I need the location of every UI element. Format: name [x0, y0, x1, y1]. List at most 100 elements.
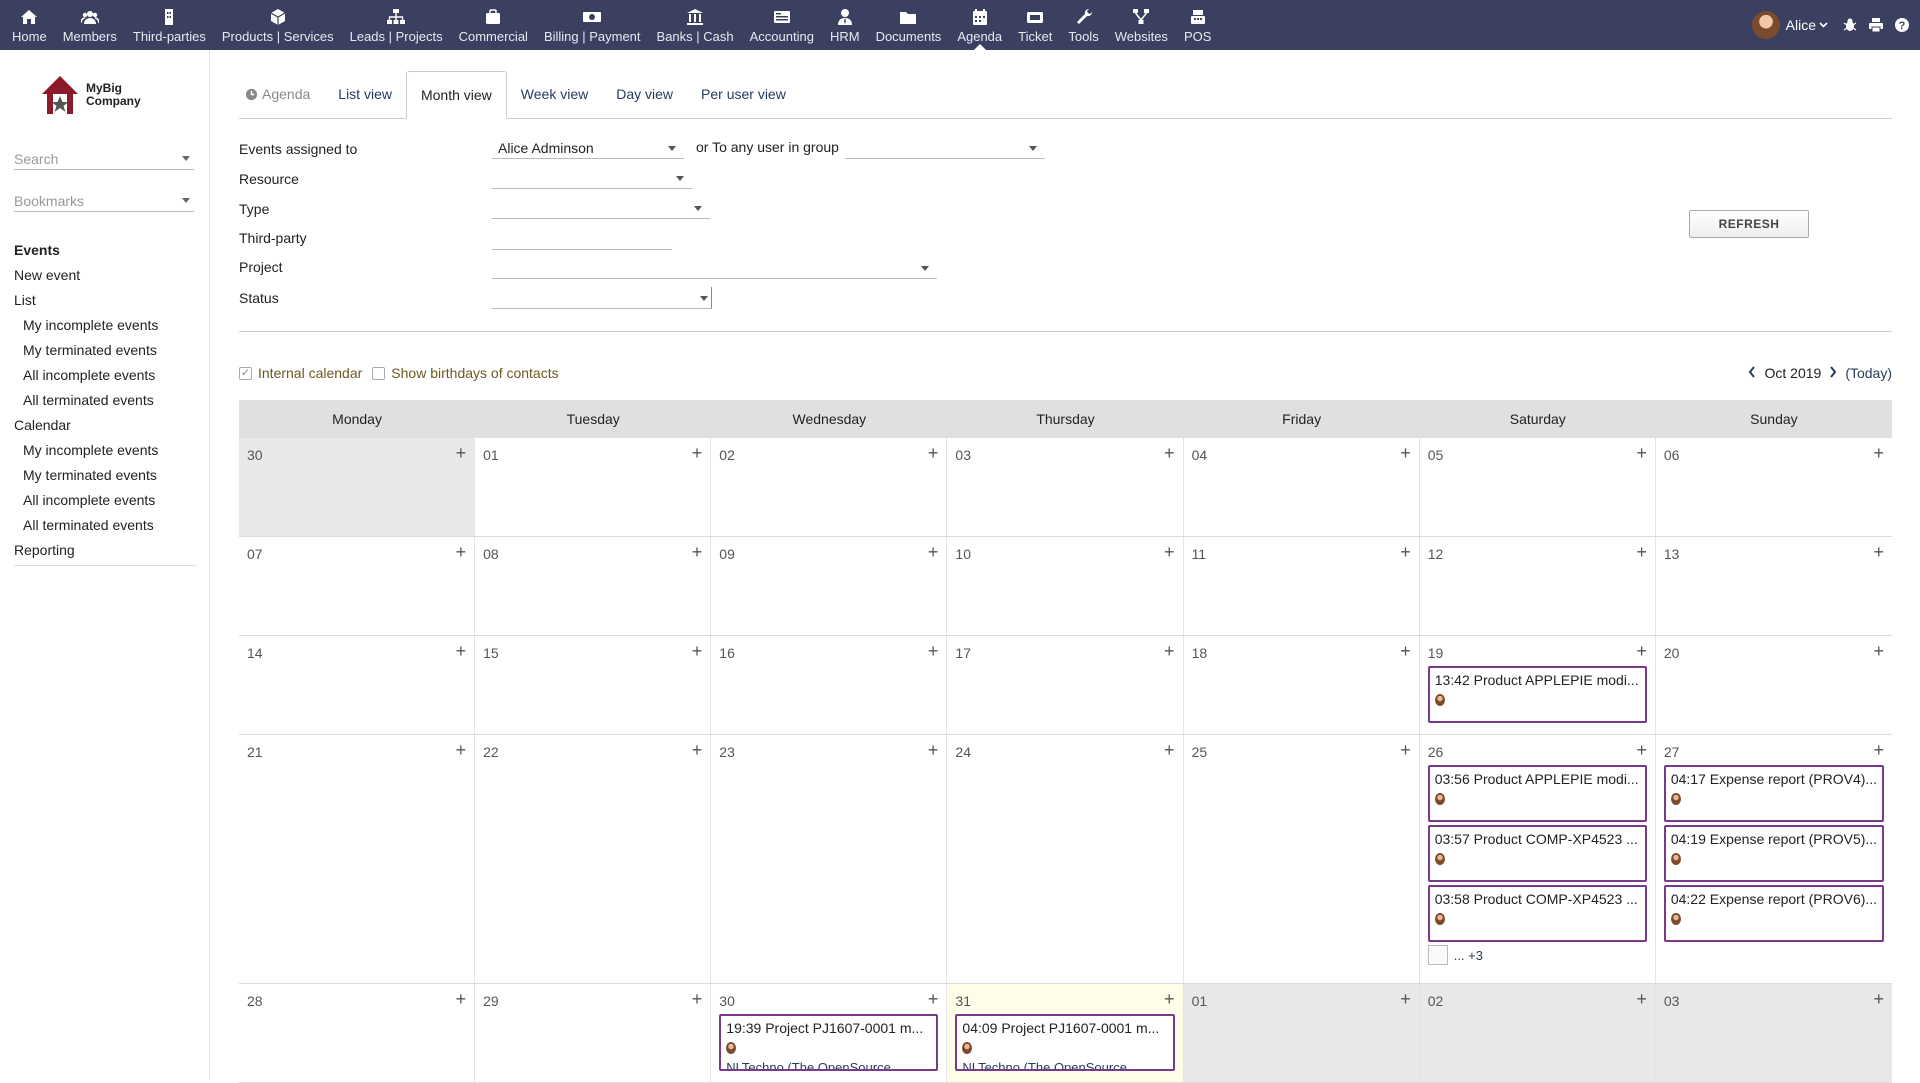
birthdays-option[interactable]: Show birthdays of contacts: [372, 365, 559, 381]
add-event-plus-icon[interactable]: +: [928, 989, 939, 1010]
company-logo[interactable]: MyBig Company: [40, 74, 141, 116]
topmenu-commercial[interactable]: Commercial: [451, 0, 536, 50]
menu-all-incomplete-events[interactable]: All incomplete events: [14, 363, 196, 388]
tab-per-user-view[interactable]: Per user view: [687, 70, 800, 118]
calendar-event[interactable]: 19:39 Project PJ1607-0001 m... NLTechno (…: [719, 1014, 939, 1071]
event-thirdparty[interactable]: NLTechno (The OpenSource: [962, 1060, 1167, 1069]
calendar-day[interactable]: 27 +04:17 Expense report (PROV4)... 04:19 …: [1656, 735, 1892, 983]
add-event-plus-icon[interactable]: +: [1164, 443, 1175, 464]
calendar-event[interactable]: 03:56 Product APPLEPIE modi...: [1427, 765, 1647, 822]
add-event-plus-icon[interactable]: +: [1873, 740, 1884, 761]
topmenu-pos[interactable]: POS: [1176, 0, 1219, 50]
calendar-day[interactable]: 11 +: [1184, 537, 1420, 635]
topmenu-billing-payment[interactable]: Billing | Payment: [536, 0, 649, 50]
status-select[interactable]: [492, 287, 712, 309]
user-avatar[interactable]: [1751, 11, 1780, 39]
user-menu[interactable]: Alice: [1786, 17, 1828, 33]
menu-all-terminated-events[interactable]: All terminated events: [14, 388, 196, 413]
tab-day-view[interactable]: Day view: [602, 70, 687, 118]
topmenu-websites[interactable]: Websites: [1107, 0, 1176, 50]
calendar-day[interactable]: 10 +: [947, 537, 1184, 635]
calendar-day[interactable]: 01 +: [475, 438, 712, 536]
calendar-event[interactable]: 04:19 Expense report (PROV5)...: [1663, 825, 1884, 882]
add-event-plus-icon[interactable]: +: [1636, 443, 1647, 464]
calendar-day[interactable]: 04 +: [1184, 438, 1420, 536]
internal-calendar-option[interactable]: ✓ Internal calendar: [239, 365, 362, 381]
add-event-plus-icon[interactable]: +: [1873, 443, 1884, 464]
topmenu-products-services[interactable]: Products | Services: [214, 0, 342, 50]
topmenu-tools[interactable]: Tools: [1060, 0, 1106, 50]
add-event-plus-icon[interactable]: +: [456, 740, 467, 761]
calendar-day[interactable]: 19 +13:42 Product APPLEPIE modi...: [1420, 636, 1656, 734]
next-month-icon[interactable]: [1829, 365, 1837, 381]
calendar-day[interactable]: 08 +: [475, 537, 712, 635]
add-event-plus-icon[interactable]: +: [1873, 542, 1884, 563]
topmenu-ticket[interactable]: Ticket: [1010, 0, 1060, 50]
menu-new-event[interactable]: New event: [14, 263, 196, 288]
birthdays-checkbox[interactable]: [372, 366, 386, 380]
project-select[interactable]: [492, 257, 937, 279]
calendar-day[interactable]: 07 +: [239, 537, 476, 635]
add-event-plus-icon[interactable]: +: [456, 989, 467, 1010]
menu-my-incomplete-events[interactable]: My incomplete events: [14, 313, 196, 338]
add-event-plus-icon[interactable]: +: [1164, 740, 1175, 761]
topmenu-accounting[interactable]: Accounting: [742, 0, 822, 50]
add-event-plus-icon[interactable]: +: [1400, 443, 1411, 464]
add-event-plus-icon[interactable]: +: [1164, 989, 1175, 1010]
calendar-day[interactable]: 16 +: [711, 636, 948, 734]
calendar-day[interactable]: 17 +: [947, 636, 1184, 734]
add-event-plus-icon[interactable]: +: [692, 740, 703, 761]
add-event-plus-icon[interactable]: +: [456, 443, 467, 464]
calendar-day[interactable]: 03 +: [1655, 984, 1892, 1082]
menu-cal-all-incomplete-events[interactable]: All incomplete events: [14, 488, 196, 513]
print-icon[interactable]: [1866, 15, 1886, 35]
menu-my-terminated-events[interactable]: My terminated events: [14, 338, 196, 363]
menu-events[interactable]: Events: [14, 238, 196, 263]
topmenu-members[interactable]: Members: [55, 0, 125, 50]
topmenu-banks-cash[interactable]: Banks | Cash: [649, 0, 742, 50]
topmenu-hrm[interactable]: HRM: [822, 0, 868, 50]
resource-select[interactable]: [492, 167, 692, 189]
calendar-day[interactable]: 02 +: [1419, 984, 1656, 1082]
calendar-event[interactable]: 04:09 Project PJ1607-0001 m... NLTechno (…: [955, 1014, 1175, 1071]
user-group-select[interactable]: [845, 137, 1045, 159]
calendar-event[interactable]: 03:58 Product COMP-XP4523 ...: [1427, 885, 1647, 942]
calendar-day[interactable]: 26 +03:56 Product APPLEPIE modi... 03:57 P…: [1420, 735, 1656, 983]
add-event-plus-icon[interactable]: +: [1164, 542, 1175, 563]
calendar-day[interactable]: 09 +: [711, 537, 948, 635]
add-event-plus-icon[interactable]: +: [456, 542, 467, 563]
add-event-plus-icon[interactable]: +: [1400, 740, 1411, 761]
add-event-plus-icon[interactable]: +: [1636, 989, 1647, 1010]
calendar-day[interactable]: 30 +: [239, 438, 476, 536]
menu-cal-my-terminated-events[interactable]: My terminated events: [14, 463, 196, 488]
tab-list-view[interactable]: List view: [324, 70, 406, 118]
calendar-day[interactable]: 05 +: [1420, 438, 1656, 536]
add-event-plus-icon[interactable]: +: [928, 641, 939, 662]
refresh-button[interactable]: REFRESH: [1689, 210, 1809, 238]
calendar-day[interactable]: 14 +: [239, 636, 476, 734]
calendar-day[interactable]: 06 +: [1656, 438, 1892, 536]
calendar-day[interactable]: 23 +: [711, 735, 948, 983]
menu-list[interactable]: List: [14, 288, 196, 313]
menu-cal-all-terminated-events[interactable]: All terminated events: [14, 513, 196, 538]
topmenu-agenda[interactable]: Agenda: [949, 0, 1010, 50]
add-event-plus-icon[interactable]: +: [1873, 641, 1884, 662]
add-event-plus-icon[interactable]: +: [1400, 989, 1411, 1010]
add-event-plus-icon[interactable]: +: [692, 641, 703, 662]
menu-cal-my-incomplete-events[interactable]: My incomplete events: [14, 438, 196, 463]
add-event-plus-icon[interactable]: +: [1400, 542, 1411, 563]
add-event-plus-icon[interactable]: +: [1873, 989, 1884, 1010]
menu-reporting[interactable]: Reporting: [14, 538, 196, 563]
calendar-day[interactable]: 03 +: [947, 438, 1184, 536]
calendar-event[interactable]: 03:57 Product COMP-XP4523 ...: [1427, 825, 1647, 882]
bookmarks-dropdown[interactable]: Bookmarks: [14, 190, 194, 212]
calendar-event[interactable]: 13:42 Product APPLEPIE modi...: [1427, 666, 1647, 723]
search-dropdown[interactable]: Search: [14, 148, 194, 170]
topmenu-home[interactable]: Home: [4, 0, 55, 50]
calendar-day-today[interactable]: 31 +04:09 Project PJ1607-0001 m... NLTechn…: [947, 984, 1184, 1082]
add-event-plus-icon[interactable]: +: [692, 443, 703, 464]
topmenu-documents[interactable]: Documents: [868, 0, 950, 50]
add-event-plus-icon[interactable]: +: [1164, 641, 1175, 662]
add-event-plus-icon[interactable]: +: [1400, 641, 1411, 662]
calendar-day[interactable]: 02 +: [711, 438, 948, 536]
